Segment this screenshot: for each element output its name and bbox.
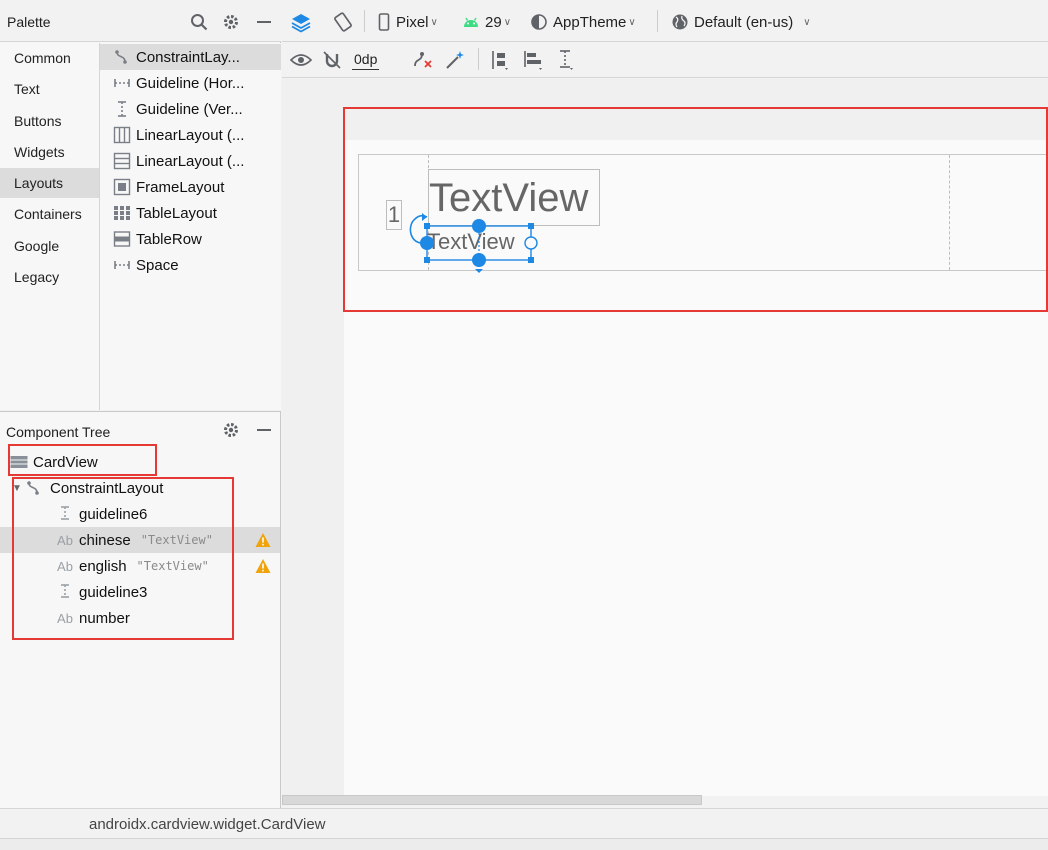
widget-tablelayout[interactable]: TableLayout [100,200,281,226]
guideline-horizontal-icon [112,74,132,92]
widget-label: FrameLayout [136,178,225,196]
bottom-tool-strip [0,838,1048,850]
guideline-vertical-icon [112,100,132,118]
highlight-box-constraintlayout [12,477,234,640]
palette-title: Palette [7,14,51,30]
chevron-down-icon: ∨ [503,16,512,28]
category-google[interactable]: Google [0,231,99,261]
minimize-icon[interactable] [254,420,274,440]
autoconnect-icon[interactable] [322,48,342,72]
palette-categories: Common Text Buttons Widgets Layouts Cont… [0,43,100,410]
android-icon [464,17,478,27]
locale-label: Default (en-us) [694,13,794,31]
warning-icon[interactable] [255,532,271,548]
linearlayout-vertical-icon [112,126,132,144]
pack-icon[interactable] [488,48,510,72]
widget-label: LinearLayout (... [136,152,245,170]
widget-space[interactable]: Space [100,252,281,278]
linearlayout-horizontal-icon [112,152,132,170]
phone-icon [378,13,390,31]
locale-selector[interactable]: Default (en-us) ∨ [671,10,811,34]
warning-icon[interactable] [255,558,271,574]
api-selector[interactable]: 29 ∨ [462,10,511,34]
constraintlayout-icon [112,48,132,66]
toolbar-separator [657,10,658,32]
widget-label: TableLayout [136,204,217,222]
orientation-icon[interactable] [332,10,354,34]
gear-icon[interactable] [221,12,241,32]
palette-panel: Palette Common Text Buttons Widgets Layo… [0,0,281,410]
constraint-toolbar: 0dp [282,42,1048,78]
guidelines-icon[interactable] [556,48,576,72]
widget-label: Guideline (Ver... [136,100,243,118]
align-icon[interactable] [522,48,544,72]
theme-label: AppTheme [553,13,627,31]
clear-constraints-icon[interactable] [412,48,434,72]
tablerow-icon [112,230,132,248]
widget-guideline-horizontal[interactable]: Guideline (Hor... [100,70,281,96]
selected-class-label: androidx.cardview.widget.CardView [89,816,326,833]
gear-icon[interactable] [221,420,241,440]
margin-value: 0dp [354,50,378,67]
palette-widgets: ConstraintLay... Guideline (Hor... Guide… [100,43,281,410]
widget-label: Guideline (Hor... [136,74,245,92]
status-bar: androidx.cardview.widget.CardView [0,808,1048,838]
infer-constraints-icon[interactable] [444,48,466,72]
horizontal-scrollbar[interactable] [282,795,702,805]
palette-header: Palette [0,0,281,42]
component-tree-title: Component Tree [6,424,111,440]
theme-selector[interactable]: AppTheme ∨ [530,10,636,34]
highlight-box-design [343,107,1048,312]
toolbar-separator [364,10,365,32]
widget-framelayout[interactable]: FrameLayout [100,174,281,200]
api-label: 29 [485,13,502,31]
category-legacy[interactable]: Legacy [0,262,99,292]
eye-icon[interactable] [290,48,312,72]
widget-label: LinearLayout (... [136,126,245,144]
toolbar-separator [478,48,479,70]
category-containers[interactable]: Containers [0,199,99,229]
chevron-down-icon: ∨ [628,16,636,28]
category-text[interactable]: Text [0,74,99,104]
design-toolbar: Pixel ∨ 29 ∨ AppTheme ∨ Default (en-us) … [282,0,1048,42]
highlight-box-cardview [8,444,157,476]
device-selector[interactable]: Pixel ∨ [378,10,438,34]
category-layouts[interactable]: Layouts [0,168,99,198]
widget-linearlayout-horizontal[interactable]: LinearLayout (... [100,148,281,174]
chevron-down-icon: ∨ [430,16,438,28]
category-widgets[interactable]: Widgets [0,137,99,167]
minimize-icon[interactable] [254,12,274,32]
category-common[interactable]: Common [0,43,99,73]
layers-icon[interactable] [290,10,312,34]
framelayout-icon [112,178,132,196]
chevron-down-icon: ∨ [803,16,811,28]
space-icon [112,256,132,274]
widget-constraintlayout[interactable]: ConstraintLay... [100,44,281,70]
widget-label: TableRow [136,230,202,248]
widget-label: ConstraintLay... [136,48,240,66]
widget-guideline-vertical[interactable]: Guideline (Ver... [100,96,281,122]
device-label: Pixel [396,13,429,31]
tablelayout-icon [112,204,132,222]
widget-label: Space [136,256,179,274]
search-icon[interactable] [189,12,209,32]
widget-linearlayout-vertical[interactable]: LinearLayout (... [100,122,281,148]
component-tree-panel: Component Tree CardView ▼ ConstraintLayo… [0,411,281,808]
category-buttons[interactable]: Buttons [0,106,99,136]
default-margin-selector[interactable]: 0dp [352,48,380,70]
widget-tablerow[interactable]: TableRow [100,226,281,252]
globe-icon [672,14,688,30]
theme-icon [531,14,547,30]
